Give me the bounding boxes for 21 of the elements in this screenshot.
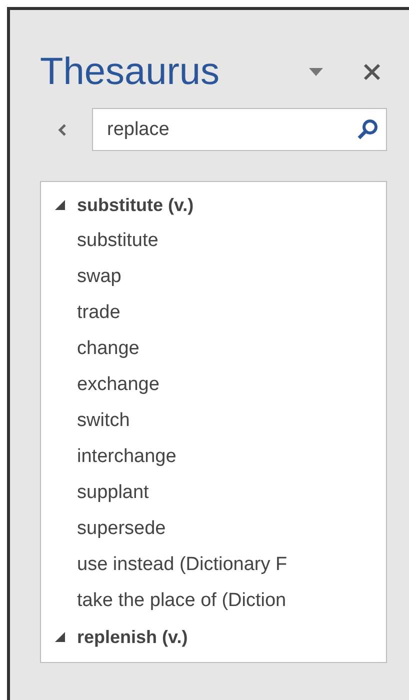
- back-icon[interactable]: [58, 124, 66, 136]
- close-icon[interactable]: [363, 63, 381, 81]
- synonym-item[interactable]: change: [77, 334, 140, 364]
- synonym-item[interactable]: trade: [77, 298, 120, 328]
- synonym-item[interactable]: take the place of (Diction: [77, 586, 286, 616]
- synonym-item[interactable]: switch: [77, 406, 130, 436]
- group-heading[interactable]: replenish (v.): [77, 624, 188, 650]
- synonym-item[interactable]: swap: [77, 262, 122, 292]
- search-field[interactable]: replace: [92, 108, 387, 151]
- group-heading[interactable]: substitute (v.): [77, 192, 194, 218]
- synonym-item[interactable]: supplant: [77, 478, 149, 508]
- pane-title: Thesaurus: [40, 53, 220, 91]
- dropdown-icon[interactable]: [309, 68, 323, 76]
- expanded-icon[interactable]: [55, 200, 65, 210]
- synonym-item[interactable]: interchange: [77, 442, 176, 472]
- synonym-item[interactable]: substitute: [77, 226, 158, 256]
- synonym-item[interactable]: supersede: [77, 514, 166, 544]
- search-icon[interactable]: [357, 118, 379, 140]
- synonym-item[interactable]: exchange: [77, 370, 160, 400]
- expanded-icon[interactable]: [55, 632, 65, 642]
- synonym-item[interactable]: use instead (Dictionary F: [77, 550, 288, 580]
